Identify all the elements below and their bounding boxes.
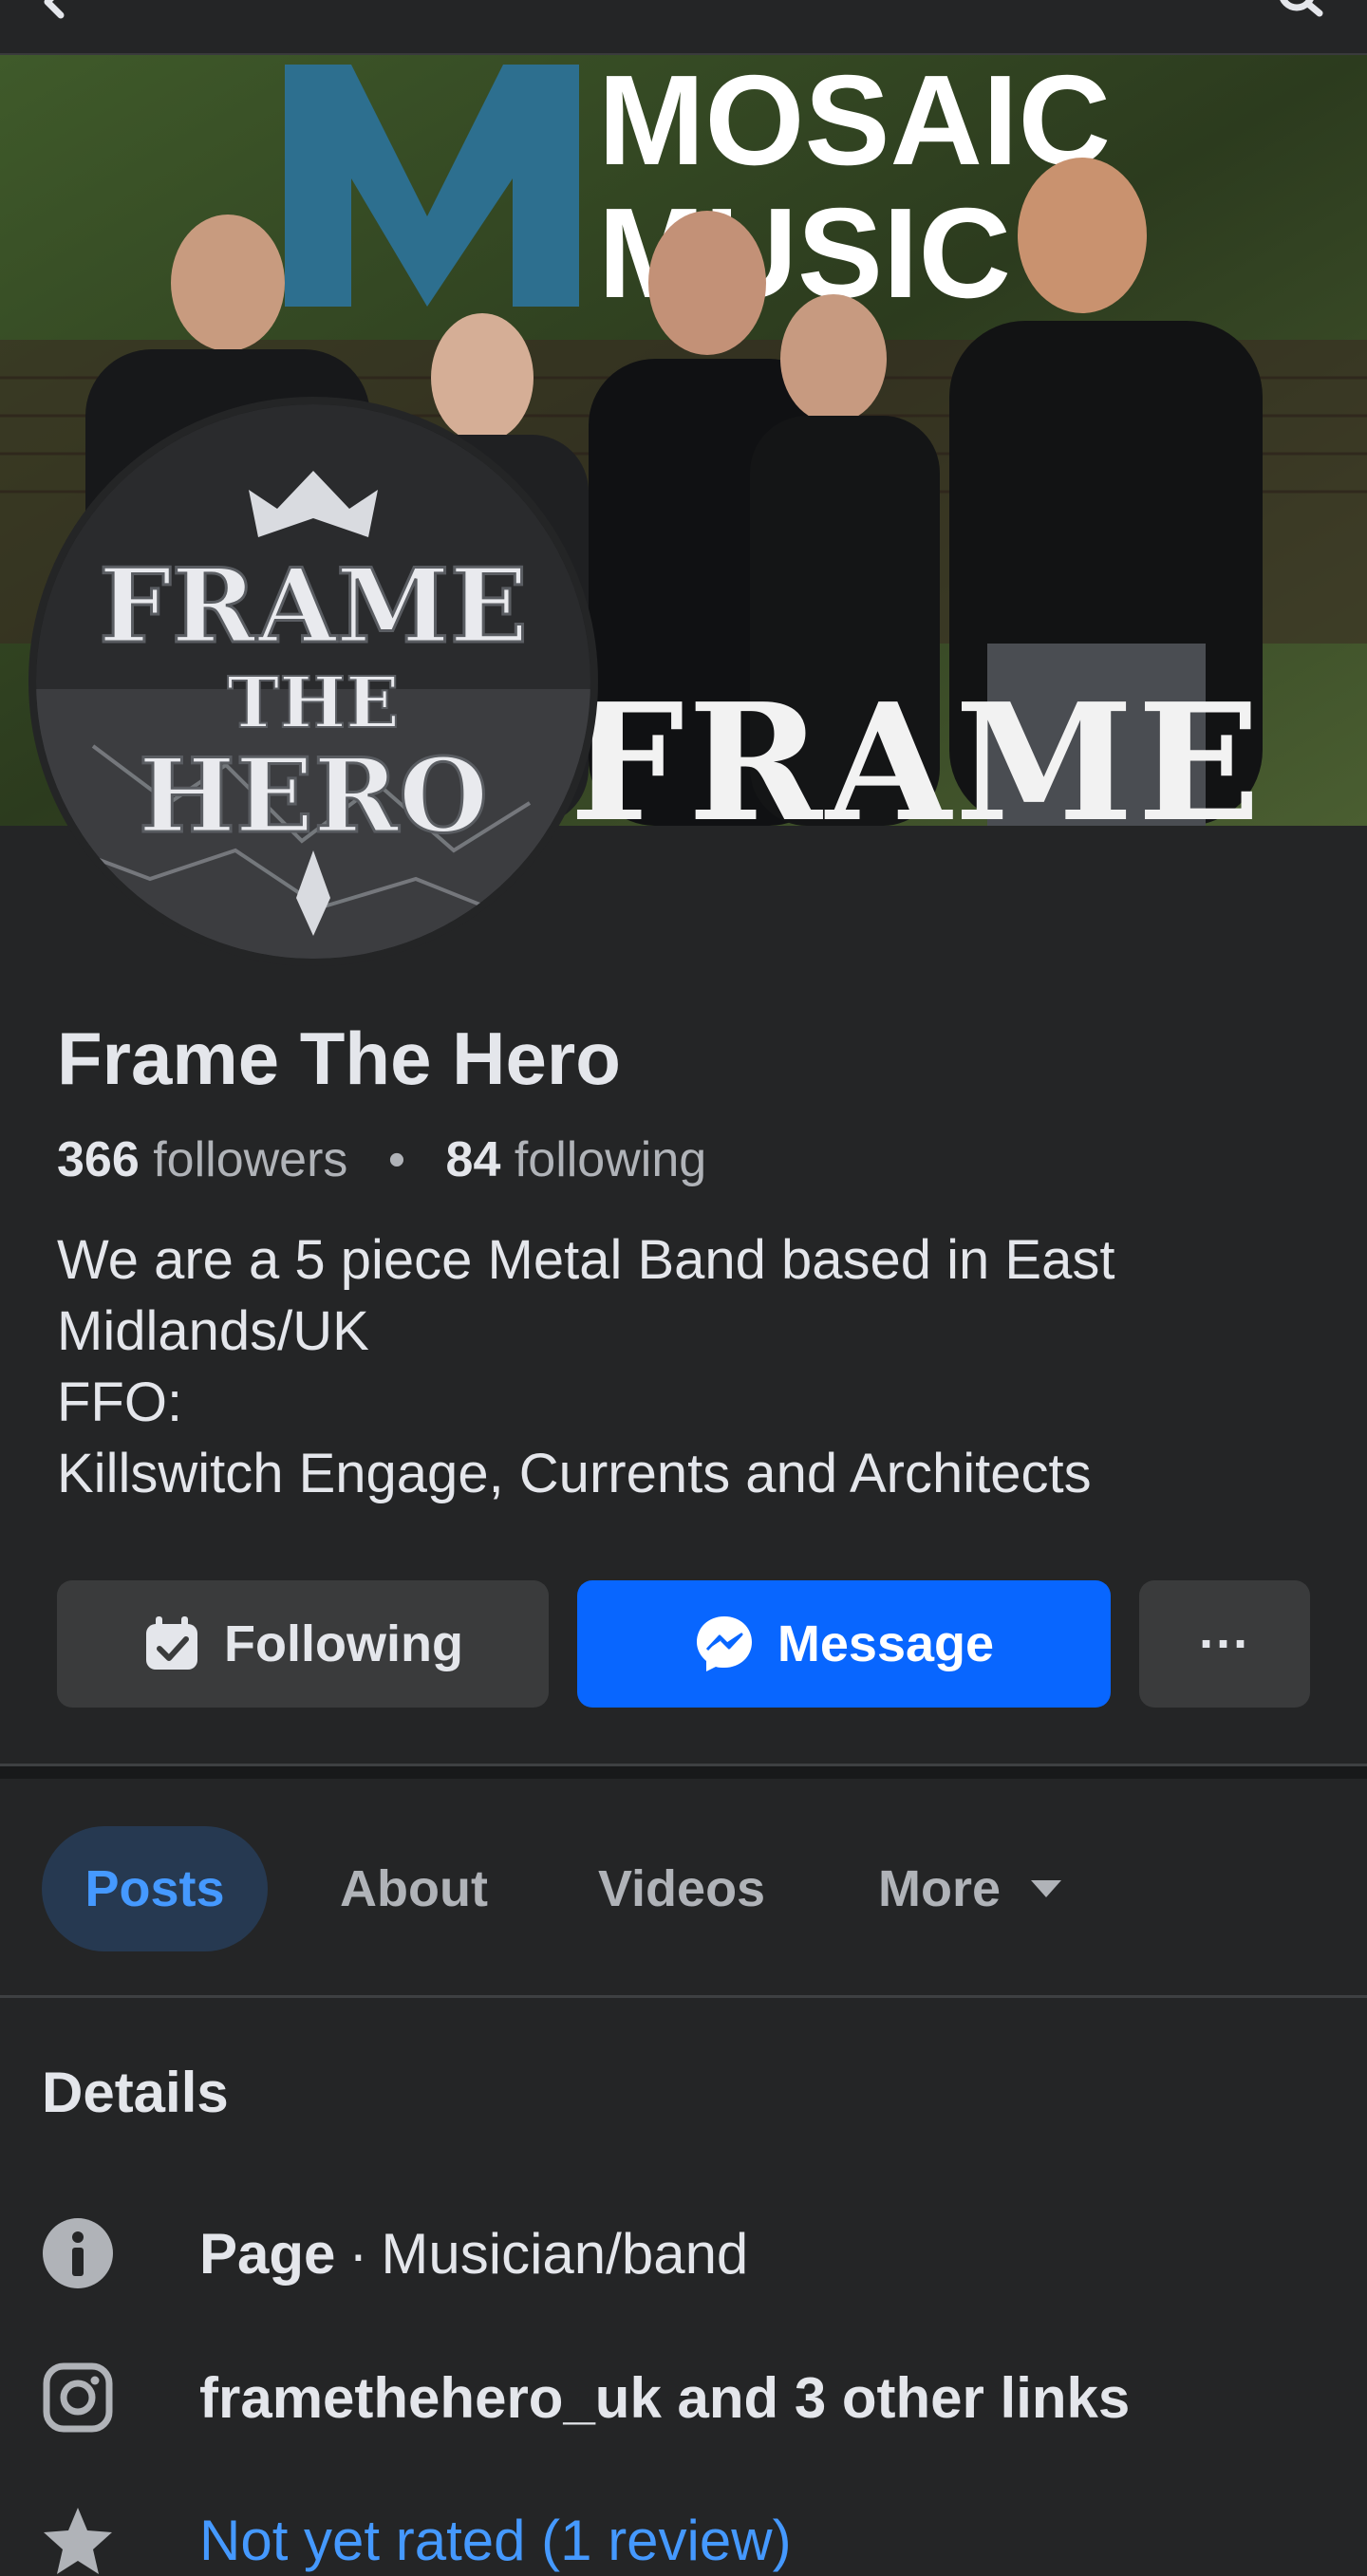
detail-links[interactable]: framethehero_uk and 3 other links bbox=[42, 2361, 1130, 2434]
instagram-icon bbox=[42, 2361, 114, 2434]
follower-stats[interactable]: 366 followers • 84 following bbox=[57, 1131, 706, 1188]
bio-line: Midlands/UK bbox=[57, 1300, 369, 1362]
star-icon bbox=[42, 2504, 114, 2576]
bio-line: FFO: bbox=[57, 1372, 183, 1433]
bio-line: We are a 5 piece Metal Band based in Eas… bbox=[57, 1229, 1115, 1291]
detail-page-category: Page · Musician/band bbox=[42, 2217, 748, 2289]
message-button[interactable]: Message bbox=[577, 1580, 1111, 1708]
profile-tabs: Posts About Videos More bbox=[0, 1779, 1367, 1995]
following-label: following bbox=[514, 1132, 707, 1187]
tab-videos[interactable]: Videos bbox=[598, 1826, 765, 1951]
tab-label: More bbox=[878, 1860, 1002, 1917]
tab-label: Videos bbox=[598, 1860, 766, 1917]
followers-label: followers bbox=[153, 1132, 348, 1187]
ellipsis-icon: ··· bbox=[1199, 1615, 1250, 1672]
avatar-logo-line1: FRAME bbox=[99, 547, 528, 666]
stats-separator: • bbox=[387, 1132, 406, 1187]
info-icon bbox=[42, 2217, 114, 2289]
tab-label: About bbox=[340, 1860, 488, 1917]
detail-rating[interactable]: Not yet rated (1 review) bbox=[42, 2504, 792, 2576]
avatar-logo-line3: HERO bbox=[139, 737, 488, 856]
messenger-icon bbox=[694, 1614, 755, 1674]
check-calendar-icon bbox=[142, 1615, 201, 1673]
cover-band-logo: FRAME bbox=[570, 668, 1264, 826]
links-text: framethehero_uk and 3 other links bbox=[199, 2365, 1131, 2430]
section-divider bbox=[0, 1764, 1367, 1779]
page-category: Musician/band bbox=[381, 2221, 749, 2286]
avatar-logo-line2: THE bbox=[227, 663, 399, 744]
tab-label: Posts bbox=[84, 1860, 225, 1917]
top-app-bar bbox=[0, 0, 1367, 55]
profile-avatar[interactable]: FRAME THE HERO bbox=[28, 397, 598, 966]
arrow-left-icon[interactable] bbox=[38, 0, 95, 19]
following-button[interactable]: Following bbox=[57, 1580, 549, 1708]
page-label: Page bbox=[199, 2221, 336, 2286]
bio-line: Killswitch Engage, Currents and Architec… bbox=[57, 1443, 1092, 1504]
tab-posts[interactable]: Posts bbox=[42, 1826, 268, 1951]
caret-down-icon bbox=[1029, 1877, 1063, 1900]
tab-more[interactable]: More bbox=[878, 1826, 1063, 1951]
search-icon[interactable] bbox=[1272, 0, 1329, 17]
following-button-label: Following bbox=[224, 1615, 463, 1672]
page-title: Frame The Hero bbox=[57, 1017, 621, 1100]
tabs-divider bbox=[0, 1995, 1367, 1998]
page-bio: We are a 5 piece Metal Band based in Eas… bbox=[57, 1224, 1310, 1509]
more-actions-button[interactable]: ··· bbox=[1139, 1580, 1310, 1708]
followers-count: 366 bbox=[57, 1132, 140, 1187]
details-heading: Details bbox=[42, 2061, 229, 2124]
cover-brand-line1: MOSAIC bbox=[598, 55, 1111, 192]
tab-about[interactable]: About bbox=[340, 1826, 488, 1951]
page-separator: · bbox=[348, 2221, 368, 2286]
message-button-label: Message bbox=[777, 1615, 995, 1672]
rating-link[interactable]: Not yet rated (1 review) bbox=[199, 2508, 792, 2573]
following-count: 84 bbox=[445, 1132, 501, 1187]
